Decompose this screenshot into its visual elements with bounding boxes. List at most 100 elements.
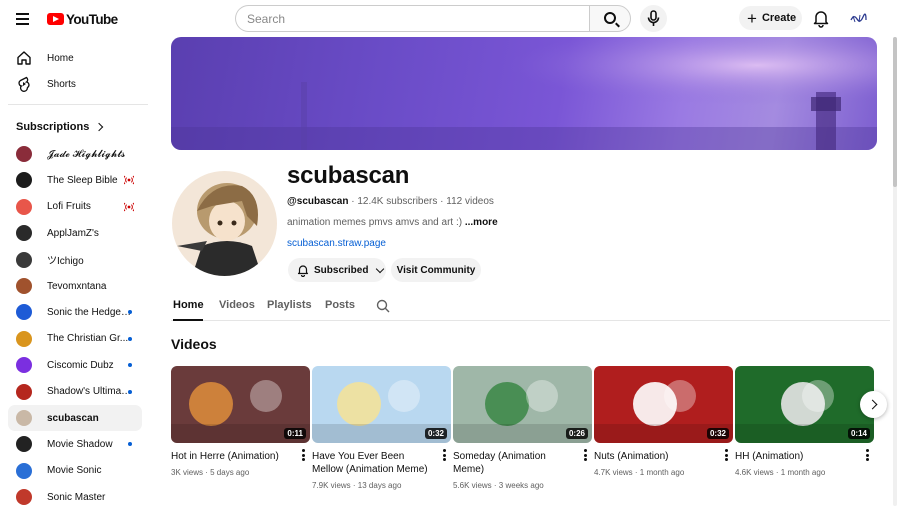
hamburger-menu-icon[interactable] (12, 8, 34, 30)
subscribed-button[interactable]: Subscribed (288, 258, 386, 282)
channel-tabs: Home Videos Playlists Posts (171, 293, 890, 321)
channel-avatar-icon (16, 357, 32, 374)
youtube-logo[interactable]: YouTube (47, 10, 118, 28)
sidebar-item-label: Shadow's Ultimate ... (47, 386, 133, 398)
sidebar-item-label: Sonic the Hedgehog (47, 306, 133, 318)
plus-icon: + (747, 8, 757, 28)
channel-name: scubascan (287, 162, 410, 189)
sidebar-subscription-item[interactable]: The Christian Gr... (8, 326, 142, 352)
search-button[interactable] (589, 5, 631, 32)
video-thumbnail[interactable]: 0:26 (453, 366, 592, 443)
video-title[interactable]: Nuts (Animation) (594, 450, 718, 463)
video-card[interactable]: 0:32 Have You Ever Been Mellow (Animation… (312, 366, 451, 490)
tab-home[interactable]: Home (173, 293, 204, 321)
sidebar-item-home[interactable]: Home (8, 45, 142, 71)
sidebar-subscription-item[interactable]: The Sleep Bible (8, 167, 142, 193)
video-age: 3 weeks ago (498, 481, 544, 490)
video-thumbnail[interactable]: 0:11 (171, 366, 310, 443)
channel-description[interactable]: animation memes pmvs amvs and art :) ...… (287, 217, 498, 228)
subscriber-count: 12.4K subscribers (357, 196, 438, 207)
video-title[interactable]: Someday (Animation Meme) (453, 450, 577, 476)
youtube-play-icon (47, 13, 64, 25)
tab-playlists[interactable]: Playlists (267, 293, 312, 321)
sidebar-subscription-item[interactable]: Movie Shadow (8, 431, 142, 457)
video-thumbnail[interactable]: 0:32 (594, 366, 733, 443)
channel-avatar-icon (16, 330, 32, 347)
tab-posts[interactable]: Posts (325, 293, 355, 321)
live-broadcast-icon (124, 202, 134, 212)
video-age: 13 days ago (357, 481, 402, 490)
create-label: Create (761, 12, 797, 24)
sidebar-subscription-item[interactable]: Sonic the Hedgehog (8, 299, 142, 325)
video-title[interactable]: Have You Ever Been Mellow (Animation Mem… (312, 450, 436, 476)
sidebar-subscription-item[interactable]: scubascan (8, 405, 142, 431)
video-card[interactable]: 0:11 Hot in Herre (Animation) 3K views · 5… (171, 366, 310, 477)
notifications-button[interactable] (810, 7, 832, 29)
video-age: 1 month ago (780, 468, 826, 477)
channel-handle: @scubascan (287, 196, 349, 207)
new-content-dot-icon (128, 336, 132, 341)
more-options-icon[interactable] (584, 449, 587, 461)
channel-avatar-icon (16, 436, 32, 453)
subscriptions-header[interactable]: Subscriptions (16, 121, 104, 133)
sidebar-subscription-item[interactable]: ApplJamZ's (8, 220, 142, 246)
sidebar-subscription-item[interactable]: Movie Sonic (8, 458, 142, 484)
video-duration: 0:32 (424, 428, 447, 439)
shorts-icon (18, 76, 30, 92)
sidebar: Home Shorts Subscriptions 𝓙𝓪𝓭𝓮 𝓗𝓲𝓰𝓱𝓵𝓲𝓰𝓱𝓽… (0, 37, 150, 506)
page-scrollbar[interactable] (892, 37, 898, 506)
channel-avatar-icon (16, 304, 32, 321)
sidebar-item-label: Movie Shadow (47, 438, 113, 450)
search-input[interactable] (235, 5, 589, 32)
voice-search-button[interactable] (640, 5, 667, 32)
more-options-icon[interactable] (725, 449, 728, 461)
sidebar-subscription-item[interactable]: Tevomxntana (8, 273, 142, 299)
channel-avatar-icon (16, 462, 32, 479)
video-card[interactable]: 0:32 Nuts (Animation) 4.7K views · 1 month… (594, 366, 733, 477)
sidebar-item-label: ツIchigo (47, 256, 84, 268)
video-card[interactable]: 0:26 Someday (Animation Meme) 5.6K views ·… (453, 366, 592, 490)
video-title[interactable]: HH (Animation) (735, 450, 859, 463)
bell-icon (813, 11, 829, 28)
video-thumbnail[interactable]: 0:32 (312, 366, 451, 443)
more-options-icon[interactable] (866, 449, 869, 461)
sidebar-item-shorts[interactable]: Shorts (8, 71, 142, 97)
sidebar-subscription-item[interactable]: Ciscomic Dubz (8, 352, 142, 378)
search-bar (235, 5, 631, 32)
more-link[interactable]: ...more (465, 217, 498, 228)
sidebar-item-label: scubascan (47, 412, 99, 424)
channel-avatar (172, 171, 277, 276)
visit-community-button[interactable]: Visit Community (391, 258, 481, 282)
channel-search-icon[interactable] (376, 299, 390, 313)
sidebar-subscription-item[interactable]: 𝓙𝓪𝓭𝓮 𝓗𝓲𝓰𝓱𝓵𝓲𝓰𝓱𝓽𝓼 (8, 141, 142, 167)
account-avatar[interactable] (848, 8, 868, 28)
more-options-icon[interactable] (302, 449, 305, 461)
video-meta: 3K views · 5 days ago (171, 468, 310, 477)
sidebar-item-label: ApplJamZ's (47, 227, 99, 239)
video-duration: 0:11 (284, 428, 306, 439)
video-count: 112 videos (446, 196, 494, 207)
sidebar-subscription-item[interactable]: ツIchigo (8, 247, 142, 273)
videos-section-title: Videos (171, 336, 217, 352)
channel-link[interactable]: scubascan.straw.page (287, 238, 386, 249)
channel-stats: @scubascan · 12.4K subscribers · 112 vid… (287, 196, 494, 207)
more-options-icon[interactable] (443, 449, 446, 461)
new-content-dot-icon (128, 389, 132, 394)
create-button[interactable]: + Create (739, 6, 802, 30)
video-thumbnail[interactable]: 0:14 (735, 366, 874, 443)
tab-videos[interactable]: Videos (219, 293, 255, 321)
channel-avatar-icon (16, 251, 32, 268)
shelf-next-button[interactable] (860, 391, 887, 418)
sidebar-item-label: Lofi Fruits (47, 201, 91, 213)
bell-icon (297, 265, 309, 277)
sidebar-subscription-item[interactable]: Lofi Fruits (8, 194, 142, 220)
top-bar: YouTube + Create (0, 0, 900, 37)
sidebar-subscription-item[interactable]: Sonic Master (8, 484, 142, 506)
video-card[interactable]: 0:14 HH (Animation) 4.6K views · 1 month a… (735, 366, 874, 477)
sidebar-subscription-item[interactable]: Shadow's Ultimate ... (8, 379, 142, 405)
sidebar-item-label: Sonic Master (47, 491, 106, 503)
sidebar-divider (8, 104, 148, 105)
sidebar-item-label: The Christian Gr... (47, 333, 129, 345)
channel-avatar-icon (16, 225, 32, 242)
video-title[interactable]: Hot in Herre (Animation) (171, 450, 295, 463)
